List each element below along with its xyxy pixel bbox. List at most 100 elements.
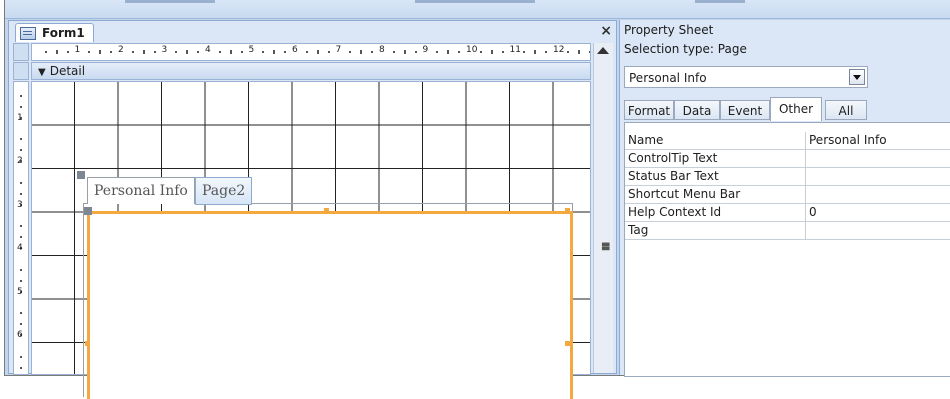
column-divider	[805, 186, 806, 203]
form-document-tab[interactable]: Form1	[15, 23, 94, 42]
ruler-tick	[153, 51, 156, 53]
property-name: Shortcut Menu Bar	[628, 187, 741, 201]
ruler-number: 3	[161, 45, 168, 55]
ruler-tick	[131, 51, 134, 53]
splitter-grip-icon[interactable]: ▬ ▬	[601, 240, 610, 254]
ruler-tick	[99, 50, 102, 54]
ruler-tick	[197, 51, 200, 53]
ruler-tick	[20, 312, 22, 315]
form-design-pane: Form1 × 1 2 3 4 5 6 7 8 9 10 11 12 ▼ Detail 123456 ▬…	[8, 20, 617, 399]
ruler-tick	[175, 51, 178, 53]
ruler-tick	[20, 105, 22, 108]
ruler-tick	[20, 192, 22, 195]
object-selector-dropdown[interactable]: Personal Info	[624, 66, 868, 88]
vertical-scrollbar[interactable]	[593, 43, 613, 373]
ruler-tick	[20, 268, 22, 271]
ruler-tick	[371, 51, 374, 53]
form-selector[interactable]	[13, 43, 29, 61]
ruler-tick	[20, 94, 22, 97]
ribbon-group-remnant	[125, 0, 215, 3]
tab-control-move-handle[interactable]	[77, 171, 85, 179]
page-move-handle[interactable]	[84, 207, 92, 215]
property-name: Tag	[628, 223, 649, 237]
property-row-tag[interactable]: Tag	[625, 222, 950, 240]
property-row-shortcut-menu[interactable]: Shortcut Menu Bar	[625, 186, 950, 204]
dropdown-arrow-icon[interactable]	[849, 69, 865, 85]
selection-type-value: Page	[717, 42, 747, 56]
detail-section-label: Detail	[49, 64, 86, 78]
section-selector[interactable]	[13, 62, 29, 80]
property-name: ControlTip Text	[628, 151, 718, 165]
column-divider	[805, 204, 806, 221]
tab-event[interactable]: Event	[720, 100, 770, 120]
ruler-tick	[349, 51, 352, 53]
ruler-tick	[588, 51, 590, 53]
ruler-number: 1	[17, 112, 23, 123]
tab-page2[interactable]: Page2	[195, 177, 253, 205]
ruler-tick	[501, 51, 504, 53]
property-value[interactable]: Personal Info	[809, 132, 887, 149]
tab-all[interactable]: All	[825, 100, 867, 120]
ruler-tick	[186, 50, 189, 54]
property-sheet: Property Sheet Selection type: Page Pers…	[619, 20, 950, 377]
property-row-help-context[interactable]: Help Context Id 0	[625, 204, 950, 222]
section-arrow-icon: ▼	[38, 67, 46, 78]
resize-handle-top[interactable]	[324, 208, 329, 213]
ruler-tick	[142, 50, 145, 54]
column-divider	[805, 168, 806, 185]
ruler-tick	[20, 181, 22, 184]
resize-handle-right[interactable]	[565, 341, 570, 346]
ribbon-group-remnant	[695, 0, 745, 3]
close-icon[interactable]: ×	[600, 23, 612, 39]
ruler-tick	[218, 51, 221, 53]
property-value[interactable]: 0	[809, 204, 817, 221]
resize-handle-top-right[interactable]	[565, 208, 570, 213]
tab-personal-info[interactable]: Personal Info	[87, 177, 195, 204]
object-selector-value: Personal Info	[629, 71, 707, 85]
ribbon-strip	[5, 0, 950, 19]
resize-handle-left[interactable]	[85, 341, 90, 346]
ruler-tick	[403, 50, 406, 54]
tab-data[interactable]: Data	[674, 100, 720, 120]
ruler-tick	[240, 51, 243, 53]
ruler-tick	[20, 355, 22, 358]
ruler-tick	[20, 236, 22, 239]
ruler-number: 4	[17, 243, 23, 253]
scroll-up-arrow-icon[interactable]	[597, 47, 609, 54]
ruler-tick	[44, 51, 47, 53]
property-name: Status Bar Text	[628, 169, 719, 183]
tab-format[interactable]: Format	[624, 100, 674, 120]
ruler-tick	[20, 149, 22, 152]
ruler-tick	[316, 50, 319, 54]
selected-page-area[interactable]	[87, 211, 573, 399]
ruler-tick	[262, 51, 265, 53]
ruler-tick	[20, 138, 22, 141]
column-divider	[805, 222, 806, 239]
vertical-ruler: 1 2 3 4 5 6	[13, 81, 29, 375]
property-name: Name	[628, 133, 664, 147]
ruler-number: 3	[17, 199, 23, 210]
horizontal-ruler: 1 2 3 4 5 6 7 8 9 10 11 12	[31, 43, 591, 61]
ruler-tick	[545, 51, 548, 53]
ruler-tick	[534, 50, 537, 54]
ruler-tick	[88, 51, 91, 53]
tab-other[interactable]: Other	[770, 97, 822, 121]
selection-type: Selection type: Page	[624, 42, 747, 56]
ruler-number: 4	[205, 45, 211, 55]
ruler-tick	[110, 51, 113, 53]
ruler-tick	[20, 366, 22, 369]
ruler-tick	[458, 51, 461, 53]
property-row-name[interactable]: Name Personal Info	[625, 132, 950, 150]
ruler-tick	[392, 51, 395, 53]
ruler-number: 6	[292, 45, 298, 55]
ruler-number: 11	[509, 45, 521, 55]
form-icon	[20, 26, 36, 40]
detail-section-bar[interactable]: ▼ Detail	[31, 62, 591, 80]
ruler-tick	[436, 51, 439, 53]
ruler-tick	[327, 51, 330, 53]
ruler-number: 12	[553, 45, 565, 55]
ruler-tick	[284, 51, 287, 53]
property-row-controltip[interactable]: ControlTip Text	[625, 150, 950, 168]
ruler-number: 1	[74, 45, 81, 55]
property-row-statusbar[interactable]: Status Bar Text	[625, 168, 950, 186]
